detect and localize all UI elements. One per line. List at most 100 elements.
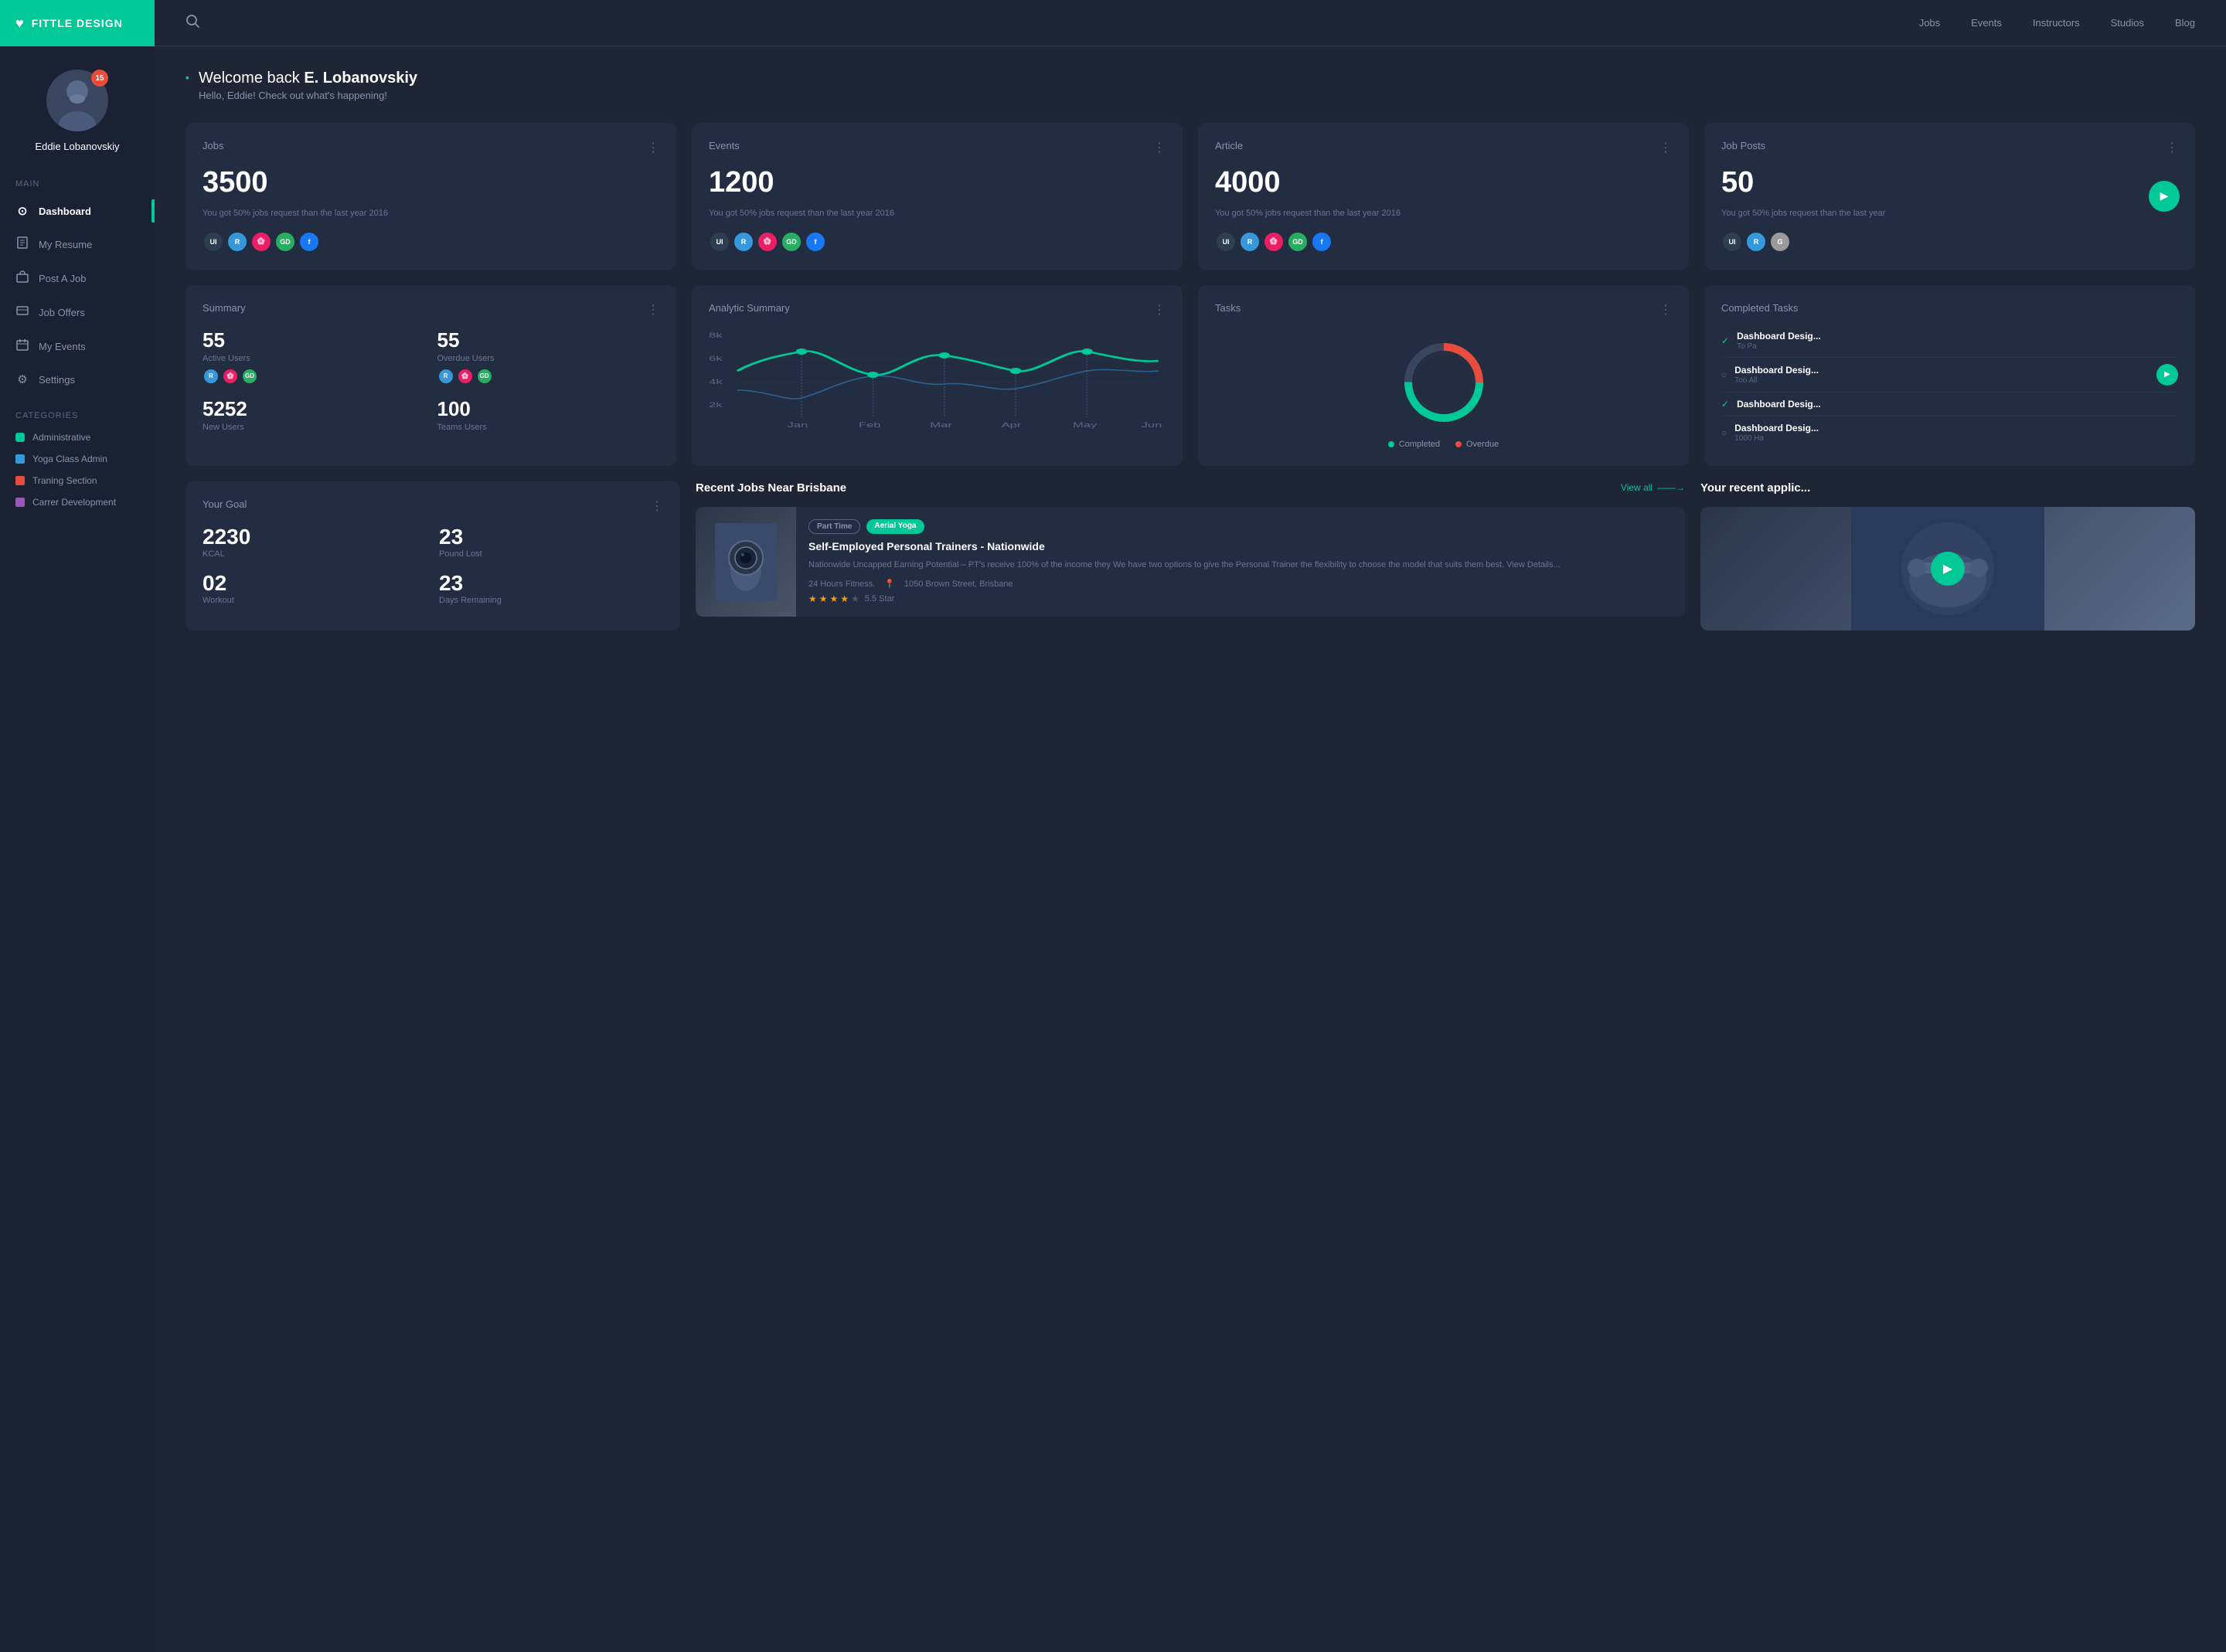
location-icon: 📍 bbox=[884, 579, 895, 589]
goal-days: 23 Days Remaining bbox=[439, 571, 663, 605]
star-1: ★ bbox=[808, 593, 817, 604]
dashboard-label: Dashboard bbox=[39, 206, 91, 217]
cat-dot-training bbox=[15, 476, 25, 485]
task-item-0: ✓ Dashboard Desig... To Pa bbox=[1721, 325, 2178, 358]
avatar-mini: UI bbox=[1215, 231, 1237, 253]
avatar-mini: R bbox=[203, 368, 220, 385]
teams-users-label: Teams Users bbox=[437, 423, 660, 432]
card-goal: Your Goal ⋮ 2230 KCAL 23 Pound Lost 02 W… bbox=[186, 481, 680, 631]
job-meta: 24 Hours Fitness. 📍 1050 Brown Street, B… bbox=[808, 579, 1673, 589]
recent-jobs-header: Recent Jobs Near Brisbane View all ——→ bbox=[696, 481, 1685, 495]
summary-grid: 55 Active Users R 🌸 GD 55 Overdue Users … bbox=[203, 328, 659, 437]
overdue-avatars: R 🌸 GD bbox=[437, 368, 660, 385]
job-desc: Nationwide Uncapped Earning Potential – … bbox=[808, 559, 1673, 572]
cat-administrative[interactable]: Administrative bbox=[0, 427, 155, 448]
goal-jobs-row: Your Goal ⋮ 2230 KCAL 23 Pound Lost 02 W… bbox=[186, 481, 2195, 631]
nav-studios[interactable]: Studios bbox=[2111, 17, 2144, 29]
card-tasks: Tasks ⋮ bbox=[1198, 285, 1689, 466]
sidebar-item-settings[interactable]: ⚙ Settings bbox=[0, 363, 155, 396]
kcal-value: 2230 bbox=[203, 525, 427, 549]
card-jobs-desc: You got 50% jobs request than the last y… bbox=[203, 207, 659, 220]
avatar-mini: UI bbox=[709, 231, 730, 253]
card-events-menu[interactable]: ⋮ bbox=[1153, 140, 1166, 155]
view-all-btn[interactable]: View all ——→ bbox=[1621, 482, 1685, 493]
avatar-mini: 🌸 bbox=[457, 368, 474, 385]
donut-legend: Completed Overdue bbox=[1388, 440, 1499, 449]
check-icon: ○ bbox=[1721, 427, 1727, 438]
categories-label: Categories bbox=[0, 396, 155, 427]
sidebar-item-events[interactable]: My Events bbox=[0, 329, 155, 363]
recent-jobs-title: Recent Jobs Near Brisbane bbox=[696, 481, 846, 495]
play-button[interactable]: ▶ bbox=[2149, 181, 2180, 212]
sidebar-logo: ♥ FITTLE DESIGN bbox=[0, 0, 155, 46]
analytic-menu[interactable]: ⋮ bbox=[1153, 302, 1166, 318]
avatar-mini: R bbox=[226, 231, 248, 253]
joboffers-label: Job Offers bbox=[39, 307, 85, 318]
card-article-menu[interactable]: ⋮ bbox=[1659, 140, 1672, 155]
analytic-chart-area: 8k 6k 4k 2k bbox=[709, 328, 1166, 429]
nav-events[interactable]: Events bbox=[1971, 17, 2002, 29]
nav-instructors[interactable]: Instructors bbox=[2033, 17, 2080, 29]
goal-menu[interactable]: ⋮ bbox=[651, 498, 663, 514]
cat-yoga[interactable]: Yoga Class Admin bbox=[0, 448, 155, 470]
card-events-desc: You got 50% jobs request than the last y… bbox=[709, 207, 1166, 220]
card-jobs-avatars: UI R 🌸 GD f bbox=[203, 231, 659, 253]
avatar-mini: 🌸 bbox=[757, 231, 778, 253]
avatar-mini: f bbox=[298, 231, 320, 253]
card-jobs-title: Jobs bbox=[203, 140, 223, 151]
card-events-value: 1200 bbox=[709, 166, 1166, 199]
card-jobposts-avatars: UI R G bbox=[1721, 231, 2178, 253]
overdue-dot bbox=[1455, 441, 1462, 447]
svg-text:2k: 2k bbox=[709, 400, 723, 408]
teams-users-value: 100 bbox=[437, 397, 660, 421]
cat-career[interactable]: Carrer Development bbox=[0, 491, 155, 513]
sidebar-item-resume[interactable]: My Resume bbox=[0, 227, 155, 261]
task-item-3: ○ Dashboard Desig... 1000 Ha bbox=[1721, 416, 2178, 449]
welcome-title: Welcome back E. Lobanovskiy bbox=[199, 70, 417, 87]
search-icon[interactable] bbox=[186, 14, 199, 32]
card-analytic: Analytic Summary ⋮ 8k 6k 4k 2k bbox=[692, 285, 1183, 466]
summary-new-users: 5252 New Users bbox=[203, 397, 425, 437]
card-events: Events ⋮ 1200 You got 50% jobs request t… bbox=[692, 123, 1183, 270]
card-jobs-menu[interactable]: ⋮ bbox=[647, 140, 659, 155]
summary-overdue-users: 55 Overdue Users R 🌸 GD bbox=[437, 328, 660, 385]
check-icon: ✓ bbox=[1721, 399, 1729, 410]
cat-training[interactable]: Traning Section bbox=[0, 470, 155, 491]
goal-title: Your Goal bbox=[203, 498, 247, 510]
kcal-label: KCAL bbox=[203, 549, 427, 559]
recent-apps-header: Your recent applic... bbox=[1700, 481, 2195, 495]
tasks-title: Tasks bbox=[1215, 302, 1241, 314]
summary-menu[interactable]: ⋮ bbox=[647, 302, 659, 318]
avatar-mini: 🌸 bbox=[1263, 231, 1285, 253]
avatar-mini: 🌸 bbox=[250, 231, 272, 253]
job-rating: ★ ★ ★ ★ ★ 5.5 Star bbox=[808, 593, 1673, 604]
days-label: Days Remaining bbox=[439, 596, 663, 605]
sidebar-profile: 15 Eddie Lobanovskiy bbox=[0, 46, 155, 168]
sidebar-item-joboffers[interactable]: Job Offers bbox=[0, 295, 155, 329]
pound-label: Pound Lost bbox=[439, 549, 663, 559]
check-icon: ○ bbox=[1721, 369, 1727, 380]
recent-apps-title: Your recent applic... bbox=[1700, 481, 1810, 495]
sidebar-item-dashboard[interactable]: ⊙ Dashboard bbox=[0, 195, 155, 227]
svg-text:6k: 6k bbox=[709, 354, 723, 362]
sidebar-item-postjob[interactable]: Post A Job bbox=[0, 261, 155, 295]
job-content: Part Time Aerial Yoga Self-Employed Pers… bbox=[796, 507, 1685, 617]
arrow-right-icon: ——→ bbox=[1657, 482, 1685, 493]
nav-jobs[interactable]: Jobs bbox=[1919, 17, 1940, 29]
card-jobs-value: 3500 bbox=[203, 166, 659, 199]
card-jobposts-menu[interactable]: ⋮ bbox=[2166, 140, 2178, 155]
tag-parttime: Part Time bbox=[808, 519, 860, 534]
task-item-2: ✓ Dashboard Desig... bbox=[1721, 393, 2178, 416]
card-article-title: Article bbox=[1215, 140, 1243, 151]
card-jobs: Jobs ⋮ 3500 You got 50% jobs request tha… bbox=[186, 123, 676, 270]
nav-blog[interactable]: Blog bbox=[2175, 17, 2195, 29]
overdue-users-value: 55 bbox=[437, 328, 660, 352]
task-play-btn[interactable]: ▶ bbox=[2156, 364, 2178, 386]
avatar-mini: R bbox=[437, 368, 454, 385]
svg-text:Jan: Jan bbox=[788, 420, 808, 428]
apps-play-btn[interactable]: ▶ bbox=[1931, 552, 1965, 586]
job-img-inner bbox=[696, 507, 796, 617]
avatar-mini: GD bbox=[781, 231, 802, 253]
tasks-menu[interactable]: ⋮ bbox=[1659, 302, 1672, 318]
card-article-avatars: UI R 🌸 GD f bbox=[1215, 231, 1672, 253]
